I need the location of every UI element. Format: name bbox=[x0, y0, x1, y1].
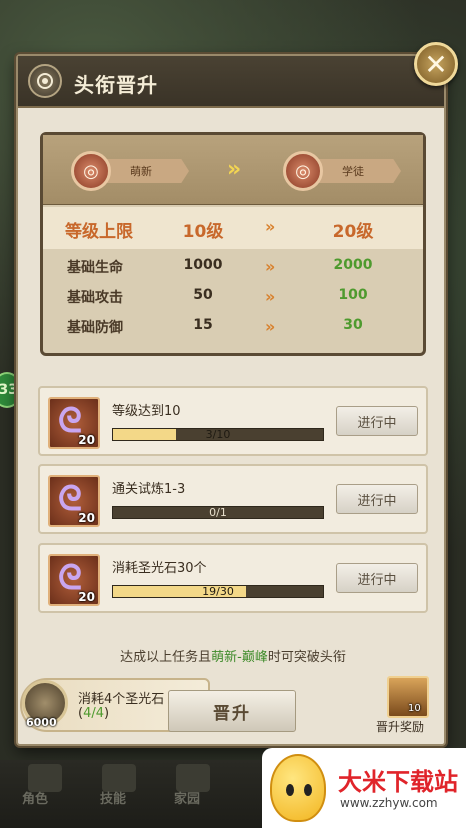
item-count: 20 bbox=[78, 511, 95, 525]
task-progress-bar: 3/10 bbox=[112, 428, 324, 441]
stat-arrow-icon: » bbox=[265, 257, 276, 276]
stat-arrow-icon: » bbox=[265, 217, 276, 236]
item-count: 20 bbox=[78, 433, 95, 447]
unlock-condition-text: 达成以上任务且萌新-巅峰时可突破头衔 bbox=[0, 646, 466, 665]
cost-text: 消耗4个圣光石 bbox=[78, 692, 165, 707]
rank-medal-icon: ◎ bbox=[71, 151, 111, 191]
coin-count: 6000 bbox=[26, 716, 57, 729]
footnote-highlight: 萌新-巅峰 bbox=[211, 650, 268, 665]
mascot-eye bbox=[304, 784, 312, 796]
in-progress-button[interactable]: 进行中 bbox=[336, 484, 418, 514]
current-rank-badge: 萌新 ◎ bbox=[71, 151, 189, 191]
reward-count: 10 bbox=[408, 703, 421, 714]
page-title: 头衔晋升 bbox=[74, 73, 158, 97]
panel-header: 头衔晋升 bbox=[18, 56, 444, 108]
promote-button[interactable]: 晋升 bbox=[168, 690, 296, 732]
reward-label: 晋升奖励 bbox=[376, 720, 425, 734]
in-progress-button[interactable]: 进行中 bbox=[336, 563, 418, 593]
task-item: ᘓ 20 等级达到10 3/10 进行中 bbox=[38, 386, 428, 456]
progress-text: 19/30 bbox=[202, 585, 234, 598]
task-progress-bar: 19/30 bbox=[112, 585, 324, 598]
stat-from: 15 bbox=[193, 317, 213, 333]
stat-to: 30 bbox=[343, 317, 363, 333]
close-icon: ✕ bbox=[424, 47, 448, 81]
watermark-url: www.zzhyw.com bbox=[340, 796, 438, 810]
egg-mascot-icon bbox=[270, 754, 326, 822]
stat-from: 1000 bbox=[183, 257, 223, 273]
cost-progress-close: ) bbox=[104, 706, 110, 721]
task-item: ᘓ 20 通关试炼1-3 0/1 进行中 bbox=[38, 464, 428, 534]
emblem-icon bbox=[28, 64, 62, 98]
stat-to: 100 bbox=[338, 287, 368, 303]
stat-to: 2000 bbox=[333, 257, 373, 273]
task-item: ᘓ 20 消耗圣光石30个 19/30 进行中 bbox=[38, 543, 428, 613]
rank-arrow-icon: » bbox=[227, 157, 242, 182]
stat-label: 基础攻击 bbox=[67, 290, 123, 306]
stat-row: 基础防御 15 » 30 bbox=[43, 317, 423, 347]
task-title: 等级达到10 bbox=[112, 404, 181, 419]
stat-arrow-icon: » bbox=[265, 317, 276, 336]
stat-row-level-cap: 等级上限 10级 » 20级 bbox=[43, 207, 423, 249]
dragon-token-icon: ᘓ 20 bbox=[48, 554, 100, 606]
progress-text: 0/1 bbox=[209, 506, 227, 519]
task-progress-bar: 0/1 bbox=[112, 506, 324, 519]
dragon-token-icon: ᘓ 20 bbox=[48, 397, 100, 449]
stat-label: 基础防御 bbox=[67, 320, 123, 336]
progress-text: 3/10 bbox=[205, 428, 231, 441]
cost-progress-value: 4/4 bbox=[83, 706, 104, 721]
stat-from: 50 bbox=[193, 287, 213, 303]
stat-label: 等级上限 bbox=[65, 222, 133, 242]
rank-comparison-box: 萌新 ◎ » 学徒 ◎ 等级上限 10级 » 20级 基础生命 1000 » 2… bbox=[40, 132, 426, 356]
next-rank-badge: 学徒 ◎ bbox=[283, 151, 401, 191]
stat-to: 20级 bbox=[332, 222, 374, 242]
nav-item-skills[interactable]: 技能 bbox=[100, 788, 126, 807]
mascot-eye bbox=[286, 784, 294, 796]
stat-arrow-icon: » bbox=[265, 287, 276, 306]
item-count: 20 bbox=[78, 590, 95, 604]
stat-row: 基础攻击 50 » 100 bbox=[43, 287, 423, 317]
dragon-token-icon: ᘓ 20 bbox=[48, 475, 100, 527]
close-button[interactable]: ✕ bbox=[414, 42, 458, 86]
nav-item-home[interactable]: 家园 bbox=[174, 788, 200, 807]
stat-from: 10级 bbox=[182, 222, 224, 242]
task-title: 消耗圣光石30个 bbox=[112, 561, 207, 576]
nav-item-character[interactable]: 角色 bbox=[22, 788, 48, 807]
footnote-suffix: 时可突破头衔 bbox=[267, 650, 346, 665]
task-title: 通关试炼1-3 bbox=[112, 482, 186, 497]
rank-banner: 萌新 ◎ » 学徒 ◎ bbox=[43, 135, 423, 205]
watermark-title: 大米下载站 bbox=[338, 768, 458, 796]
stat-label: 基础生命 bbox=[67, 260, 123, 276]
stat-row: 基础生命 1000 » 2000 bbox=[43, 257, 423, 287]
footnote-prefix: 达成以上任务且 bbox=[120, 650, 212, 665]
rank-medal-icon: ◎ bbox=[283, 151, 323, 191]
cost-progress: (4/4) bbox=[78, 706, 109, 721]
in-progress-button[interactable]: 进行中 bbox=[336, 406, 418, 436]
